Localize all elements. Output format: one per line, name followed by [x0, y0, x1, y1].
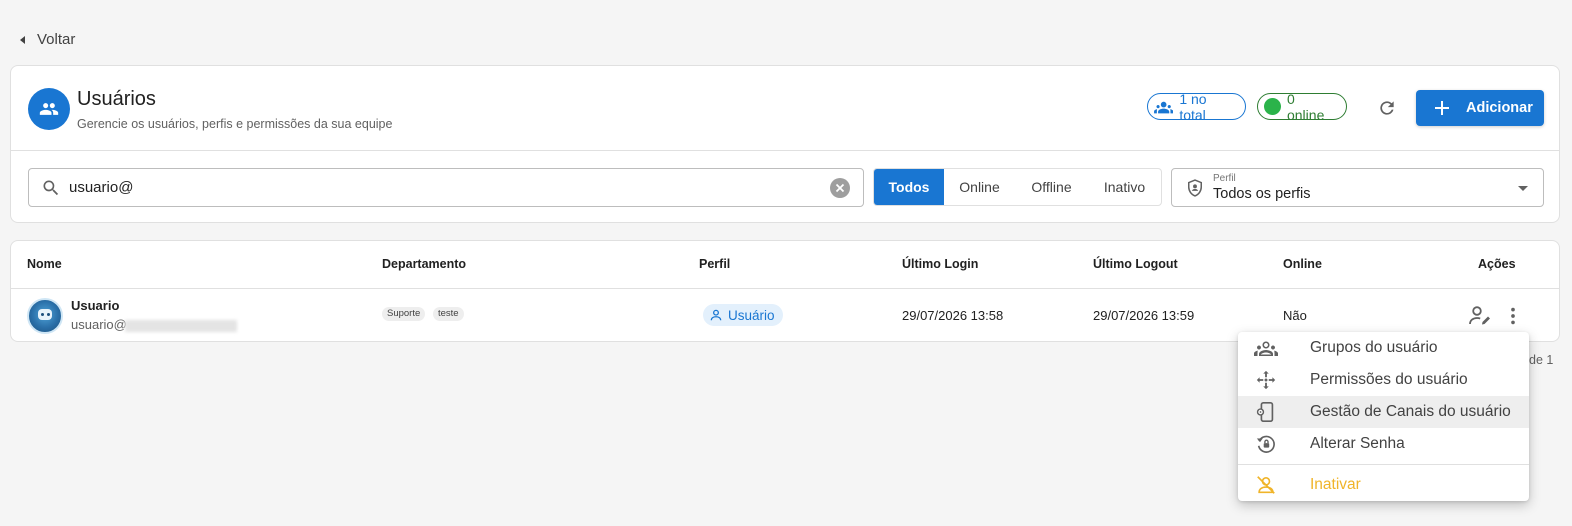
back-arrow-icon — [20, 35, 25, 44]
profile-select-label: Perfil — [1213, 173, 1236, 184]
status-option-offline[interactable]: Offline — [1015, 169, 1088, 205]
column-header-ultimo-login: Último Login — [902, 257, 979, 271]
person-edit-icon — [1469, 306, 1490, 325]
refresh-button[interactable] — [1375, 96, 1399, 120]
menu-item-label: Permissões do usuário — [1310, 371, 1468, 388]
menu-item-label: Alterar Senha — [1310, 435, 1405, 452]
column-header-perfil: Perfil — [699, 257, 731, 271]
edit-user-button[interactable] — [1468, 305, 1492, 332]
more-actions-button[interactable] — [1502, 305, 1524, 332]
users-header-card: Usuários Gerencie os usuários, perfis e … — [10, 65, 1560, 223]
profile-select[interactable]: Perfil Todos os perfis — [1171, 168, 1544, 207]
menu-item-label: Inativar — [1310, 476, 1361, 493]
search-input[interactable] — [69, 179, 809, 196]
move-arrows-icon — [1254, 369, 1278, 391]
menu-item-permissoes[interactable]: Permissões do usuário — [1238, 364, 1529, 396]
users-icon — [28, 88, 70, 130]
menu-item-label: Gestão de Canais do usuário — [1310, 403, 1511, 420]
user-actions-menu: Grupos do usuário Permissões do usuário … — [1238, 332, 1529, 501]
column-header-departamento: Departamento — [382, 257, 467, 271]
profile-chip: Usuário — [703, 304, 783, 326]
menu-item-label: Grupos do usuário — [1310, 339, 1438, 356]
groups-icon — [1254, 337, 1278, 359]
person-icon — [710, 309, 722, 321]
user-email: usuario@ — [71, 317, 237, 332]
department-tag: teste — [433, 307, 464, 321]
profile-chip-label: Usuário — [728, 307, 775, 323]
search-field[interactable] — [28, 168, 864, 207]
menu-item-gestao-canais[interactable]: Gestão de Canais do usuário — [1238, 396, 1529, 428]
menu-item-inativar[interactable]: Inativar — [1238, 469, 1529, 501]
avatar — [27, 298, 63, 334]
last-login: 29/07/2026 13:58 — [902, 308, 1004, 323]
menu-item-grupos[interactable]: Grupos do usuário — [1238, 332, 1529, 364]
total-users-label: 1 no total — [1179, 90, 1207, 123]
last-logout: 29/07/2026 13:59 — [1093, 308, 1195, 323]
back-label: Voltar — [37, 31, 76, 48]
more-vertical-icon — [1511, 307, 1515, 325]
online-users-label: 0 online — [1286, 90, 1325, 123]
table-header-divider — [11, 288, 1559, 289]
chevron-down-icon — [1518, 186, 1528, 191]
page-title: Usuários — [77, 88, 156, 110]
status-filter: Todos Online Offline Inativo — [873, 168, 1162, 206]
total-users-chip: 1 no total — [1147, 90, 1246, 123]
lock-reset-icon — [1254, 433, 1278, 455]
column-header-online: Online — [1283, 257, 1322, 271]
column-header-nome: Nome — [27, 257, 62, 271]
add-user-label: Adicionar — [1466, 100, 1533, 116]
pagination-text: de 1 — [1529, 353, 1554, 367]
column-header-ultimo-logout: Último Logout — [1093, 257, 1178, 271]
back-link[interactable]: Voltar — [20, 31, 75, 48]
department-tag: Suporte — [382, 307, 426, 321]
groups-icon — [1154, 101, 1174, 113]
profile-select-value: Todos os perfis — [1213, 186, 1311, 202]
refresh-icon — [1380, 101, 1394, 115]
online-users-chip: 0 online — [1257, 90, 1347, 123]
users-table: Nome Departamento Perfil Último Login Úl… — [10, 240, 1560, 342]
user-email-prefix: usuario@ — [71, 317, 127, 332]
online-status: Não — [1283, 308, 1307, 323]
menu-item-alterar-senha[interactable]: Alterar Senha — [1238, 428, 1529, 460]
column-header-acoes: Ações — [1478, 257, 1516, 271]
shield-user-icon — [1185, 178, 1205, 203]
add-user-button[interactable]: Adicionar — [1416, 90, 1544, 126]
status-option-todos[interactable]: Todos — [874, 169, 944, 205]
user-name: Usuario — [71, 298, 120, 313]
page-subtitle: Gerencie os usuários, perfis e permissõe… — [77, 117, 393, 131]
person-off-icon — [1254, 474, 1278, 496]
header-divider — [11, 150, 1559, 151]
clear-search-icon[interactable] — [830, 178, 850, 198]
menu-divider — [1238, 464, 1529, 465]
phone-settings-icon — [1254, 401, 1278, 423]
online-dot-icon — [1264, 98, 1281, 115]
search-icon — [43, 180, 59, 195]
plus-icon — [1435, 101, 1449, 115]
email-redacted — [124, 319, 237, 332]
status-option-online[interactable]: Online — [944, 169, 1015, 205]
status-option-inativo[interactable]: Inativo — [1088, 169, 1161, 205]
